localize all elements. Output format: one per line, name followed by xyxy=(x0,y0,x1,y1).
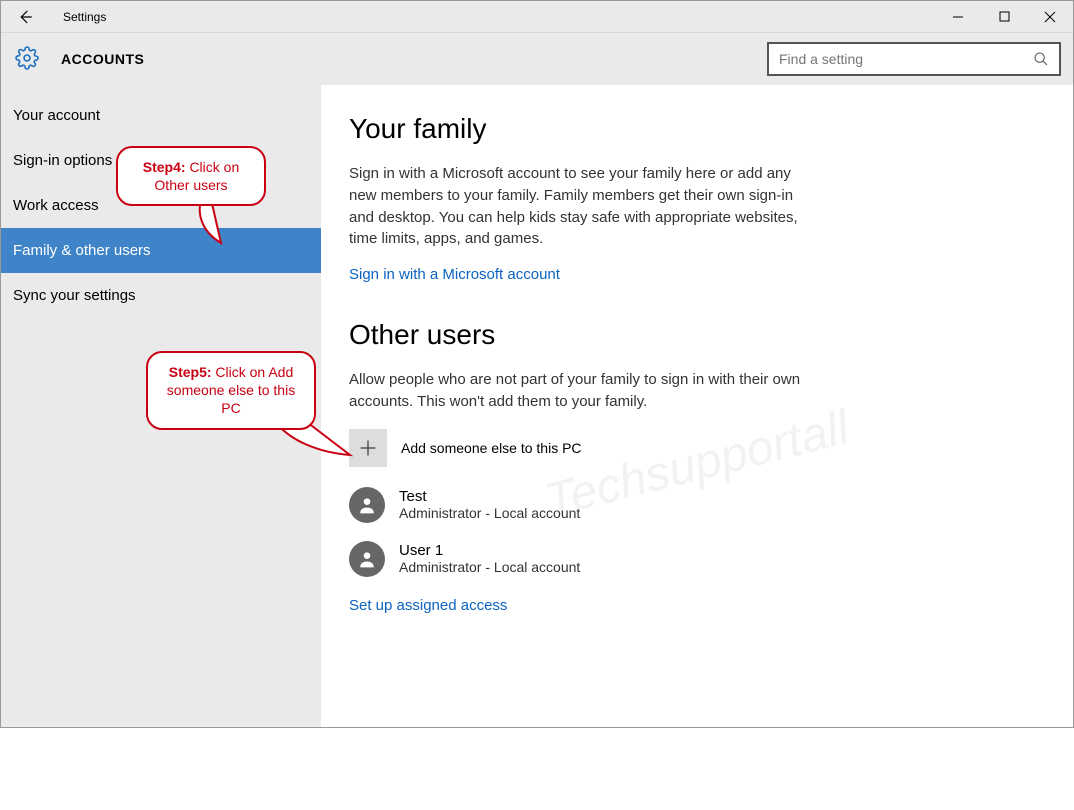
close-button[interactable] xyxy=(1027,1,1073,33)
plus-icon xyxy=(358,438,378,458)
person-icon xyxy=(357,495,377,515)
maximize-button[interactable] xyxy=(981,1,1027,33)
header: ACCOUNTS xyxy=(1,33,1073,85)
titlebar: Settings xyxy=(1,1,1073,33)
gear-icon xyxy=(15,46,41,72)
search-box[interactable] xyxy=(767,42,1061,76)
callout-step-label: Step4: xyxy=(143,159,186,175)
add-someone-label: Add someone else to this PC xyxy=(401,440,582,456)
callout-step4: Step4: Click on Other users xyxy=(116,146,266,206)
other-users-heading: Other users xyxy=(349,319,993,351)
sidebar-item-family-other-users[interactable]: Family & other users xyxy=(1,228,321,273)
other-users-description: Allow people who are not part of your fa… xyxy=(349,369,809,413)
assigned-access-link[interactable]: Set up assigned access xyxy=(349,597,507,614)
user-name: User 1 xyxy=(399,542,580,559)
family-heading: Your family xyxy=(349,113,993,145)
avatar xyxy=(349,487,385,523)
search-icon xyxy=(1033,51,1049,67)
avatar xyxy=(349,541,385,577)
close-icon xyxy=(1044,11,1056,23)
callout-step5: Step5: Click on Add someone else to this… xyxy=(146,351,316,430)
user-row[interactable]: User 1 Administrator - Local account xyxy=(349,541,993,577)
sidebar-item-your-account[interactable]: Your account xyxy=(1,93,321,138)
section-title: ACCOUNTS xyxy=(61,51,144,67)
minimize-icon xyxy=(952,11,964,23)
person-icon xyxy=(357,549,377,569)
window-title: Settings xyxy=(49,10,106,24)
callout-step-label: Step5: xyxy=(169,364,212,380)
add-someone-row[interactable]: Add someone else to this PC xyxy=(349,429,993,467)
maximize-icon xyxy=(999,11,1010,22)
search-input[interactable] xyxy=(779,51,1033,67)
user-row[interactable]: Test Administrator - Local account xyxy=(349,487,993,523)
user-role: Administrator - Local account xyxy=(399,505,580,521)
back-button[interactable] xyxy=(1,1,49,33)
minimize-button[interactable] xyxy=(935,1,981,33)
sign-in-microsoft-link[interactable]: Sign in with a Microsoft account xyxy=(349,266,560,283)
callout-tail-icon xyxy=(191,199,231,247)
user-role: Administrator - Local account xyxy=(399,559,580,575)
sidebar-item-sync-settings[interactable]: Sync your settings xyxy=(1,273,321,318)
main-pane: Your family Sign in with a Microsoft acc… xyxy=(321,85,1073,727)
family-description: Sign in with a Microsoft account to see … xyxy=(349,163,809,250)
user-name: Test xyxy=(399,488,580,505)
arrow-left-icon xyxy=(16,8,34,26)
